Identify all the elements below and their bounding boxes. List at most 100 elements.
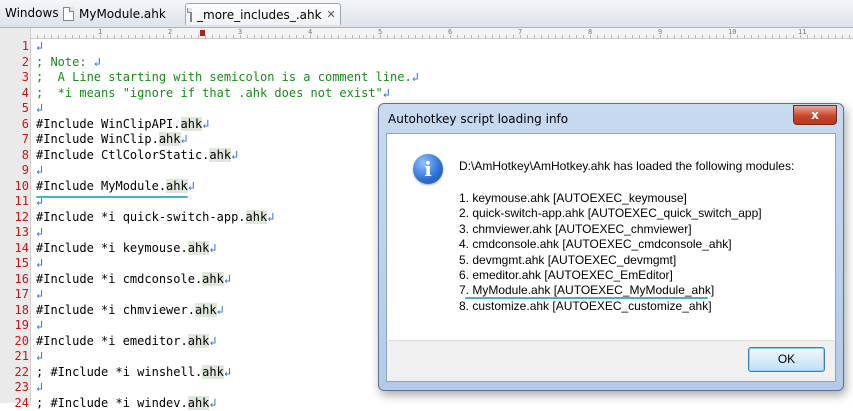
line-text: #Include *i cmdconsole. bbox=[36, 272, 202, 286]
line-number: 14 bbox=[0, 241, 29, 257]
line-return-icon: ↲ bbox=[209, 334, 216, 348]
code-text: #Include *i quick-switch-app.ahk↲ bbox=[36, 210, 274, 226]
loading-info-dialog: Autohotkey script loading info x i D:\Am… bbox=[378, 103, 844, 391]
code-text: ↲ bbox=[36, 163, 43, 179]
line-text: #Include *i quick-switch-app. bbox=[36, 210, 246, 224]
line-return-icon: ↲ bbox=[36, 380, 43, 394]
line-number: 7 bbox=[0, 132, 29, 148]
code-text: ↲ bbox=[36, 39, 43, 55]
code-text: ↲ bbox=[36, 101, 43, 117]
annotation-underline-mymodule-include bbox=[36, 196, 188, 198]
line-number: 17 bbox=[0, 287, 29, 303]
code-text: #Include WinClip.ahk↲ bbox=[36, 132, 188, 148]
ruler-label: 4 bbox=[308, 28, 312, 36]
line-return-icon: ↲ bbox=[36, 256, 43, 270]
ruler-label: 6 bbox=[448, 28, 452, 36]
line-number: 15 bbox=[0, 256, 29, 272]
line-number: 9 bbox=[0, 163, 29, 179]
line-text: ; Note: bbox=[36, 55, 94, 69]
line-return-icon: ↲ bbox=[267, 210, 274, 224]
tab-bar: Windows MyModule.ahk _more_includes_.ahk… bbox=[0, 0, 853, 28]
ahk-extension-highlight: ahk bbox=[181, 117, 203, 131]
ruler-label: 10 bbox=[728, 28, 736, 36]
dialog-body: i D:\AmHotkey\AmHotkey.ahk has loaded th… bbox=[386, 133, 836, 342]
ahk-extension-highlight: ahk bbox=[202, 365, 224, 379]
line-number: 16 bbox=[0, 272, 29, 288]
ahk-extension-highlight: ahk bbox=[195, 303, 217, 317]
line-text: #Include *i keymouse. bbox=[36, 241, 188, 255]
ahk-extension-highlight: ahk bbox=[188, 334, 210, 348]
dialog-close-button[interactable]: x bbox=[793, 105, 837, 125]
line-number: 10 bbox=[0, 179, 29, 195]
ruler-label: 1 bbox=[98, 28, 102, 36]
ruler-caret-marker bbox=[200, 30, 205, 36]
line-return-icon: ↲ bbox=[217, 303, 224, 317]
line-text: #Include CtlColorStatic. bbox=[36, 148, 209, 162]
code-line[interactable]: 3; A Line starting with semicolon is a c… bbox=[0, 70, 853, 86]
ahk-extension-highlight: ahk bbox=[202, 272, 224, 286]
line-text: #Include WinClip. bbox=[36, 132, 159, 146]
ruler-label: 3 bbox=[238, 28, 242, 36]
line-return-icon: ↲ bbox=[412, 70, 419, 84]
code-text: ↲ bbox=[36, 349, 43, 365]
windows-menu[interactable]: Windows bbox=[5, 6, 59, 20]
dialog-title: Autohotkey script loading info bbox=[388, 112, 568, 126]
line-return-icon: ↲ bbox=[181, 132, 188, 146]
line-number: 19 bbox=[0, 318, 29, 334]
line-number: 23 bbox=[0, 380, 29, 396]
tab-mymodule[interactable]: MyModule.ahk bbox=[59, 3, 179, 25]
tab-more-includes[interactable]: _more_includes_.ahk ✕ bbox=[185, 3, 341, 25]
line-return-icon: ↲ bbox=[231, 148, 238, 162]
code-line[interactable]: 4 ; *i means "ignore if that .ahk does no… bbox=[0, 86, 853, 102]
line-return-icon: ↲ bbox=[383, 86, 390, 100]
ahk-extension-highlight: ahk bbox=[159, 132, 181, 146]
line-return-icon: ↲ bbox=[36, 39, 43, 53]
line-text: ; *i means "ignore if that .ahk does not… bbox=[36, 86, 383, 100]
ahk-extension-highlight: ahk bbox=[166, 179, 188, 193]
line-number: 24 bbox=[0, 396, 29, 411]
tab-label: _more_includes_.ahk bbox=[197, 8, 322, 22]
module-list-item: 5. devmgmt.ahk [AUTOEXEC_devmgmt] bbox=[459, 253, 762, 268]
code-text: #Include WinClipAPI.ahk↲ bbox=[36, 117, 209, 133]
document-icon bbox=[63, 7, 74, 21]
code-text: #Include MyModule.ahk↲ bbox=[36, 179, 195, 195]
module-list-item: 2. quick-switch-app.ahk [AUTOEXEC_quick_… bbox=[459, 206, 762, 221]
close-tab-icon[interactable]: ✕ bbox=[327, 8, 336, 21]
module-list-item: 8. customize.ahk [AUTOEXEC_customize_ahk… bbox=[459, 299, 762, 314]
comment-text: ; Note: ↲ bbox=[36, 55, 101, 71]
tab-label: MyModule.ahk bbox=[79, 7, 166, 21]
line-number: 13 bbox=[0, 225, 29, 241]
comment-text: ; *i means "ignore if that .ahk does not… bbox=[36, 86, 390, 102]
line-number: 11 bbox=[0, 194, 29, 210]
line-return-icon: ↲ bbox=[224, 365, 231, 379]
code-text: ↲ bbox=[36, 287, 43, 303]
line-return-icon: ↲ bbox=[36, 163, 43, 177]
code-line[interactable]: 1↲ bbox=[0, 39, 853, 55]
line-text: ; A Line starting with semicolon is a co… bbox=[36, 70, 412, 84]
line-return-icon: ↲ bbox=[94, 55, 101, 69]
ahk-extension-highlight: ahk bbox=[209, 148, 231, 162]
line-number: 8 bbox=[0, 148, 29, 164]
ruler: 1234567891011 bbox=[30, 28, 853, 39]
line-return-icon: ↲ bbox=[36, 349, 43, 363]
module-list-item: 6. emeditor.ahk [AUTOEXEC_EmEditor] bbox=[459, 268, 762, 283]
line-return-icon: ↲ bbox=[36, 287, 43, 301]
line-number: 21 bbox=[0, 349, 29, 365]
info-icon: i bbox=[413, 154, 443, 184]
line-number: 22 bbox=[0, 365, 29, 381]
code-line[interactable]: 24; #Include *i windev.ahk↲ bbox=[0, 396, 853, 411]
line-number: 2 bbox=[0, 55, 29, 71]
module-list: 1. keymouse.ahk [AUTOEXEC_keymouse]2. qu… bbox=[459, 191, 762, 314]
line-text: #Include *i chmviewer. bbox=[36, 303, 195, 317]
ok-button[interactable]: OK bbox=[748, 347, 825, 372]
line-text: #Include MyModule. bbox=[36, 179, 166, 193]
line-number: 4 bbox=[0, 86, 29, 102]
code-text: #Include CtlColorStatic.ahk↲ bbox=[36, 148, 238, 164]
code-line[interactable]: 2 ; Note: ↲ bbox=[0, 55, 853, 71]
code-text: ↲ bbox=[36, 380, 43, 396]
dialog-footer: OK bbox=[386, 340, 836, 382]
line-number: 18 bbox=[0, 303, 29, 319]
line-return-icon: ↲ bbox=[36, 101, 43, 115]
comment-text: ; A Line starting with semicolon is a co… bbox=[36, 70, 419, 86]
line-number: 12 bbox=[0, 210, 29, 226]
